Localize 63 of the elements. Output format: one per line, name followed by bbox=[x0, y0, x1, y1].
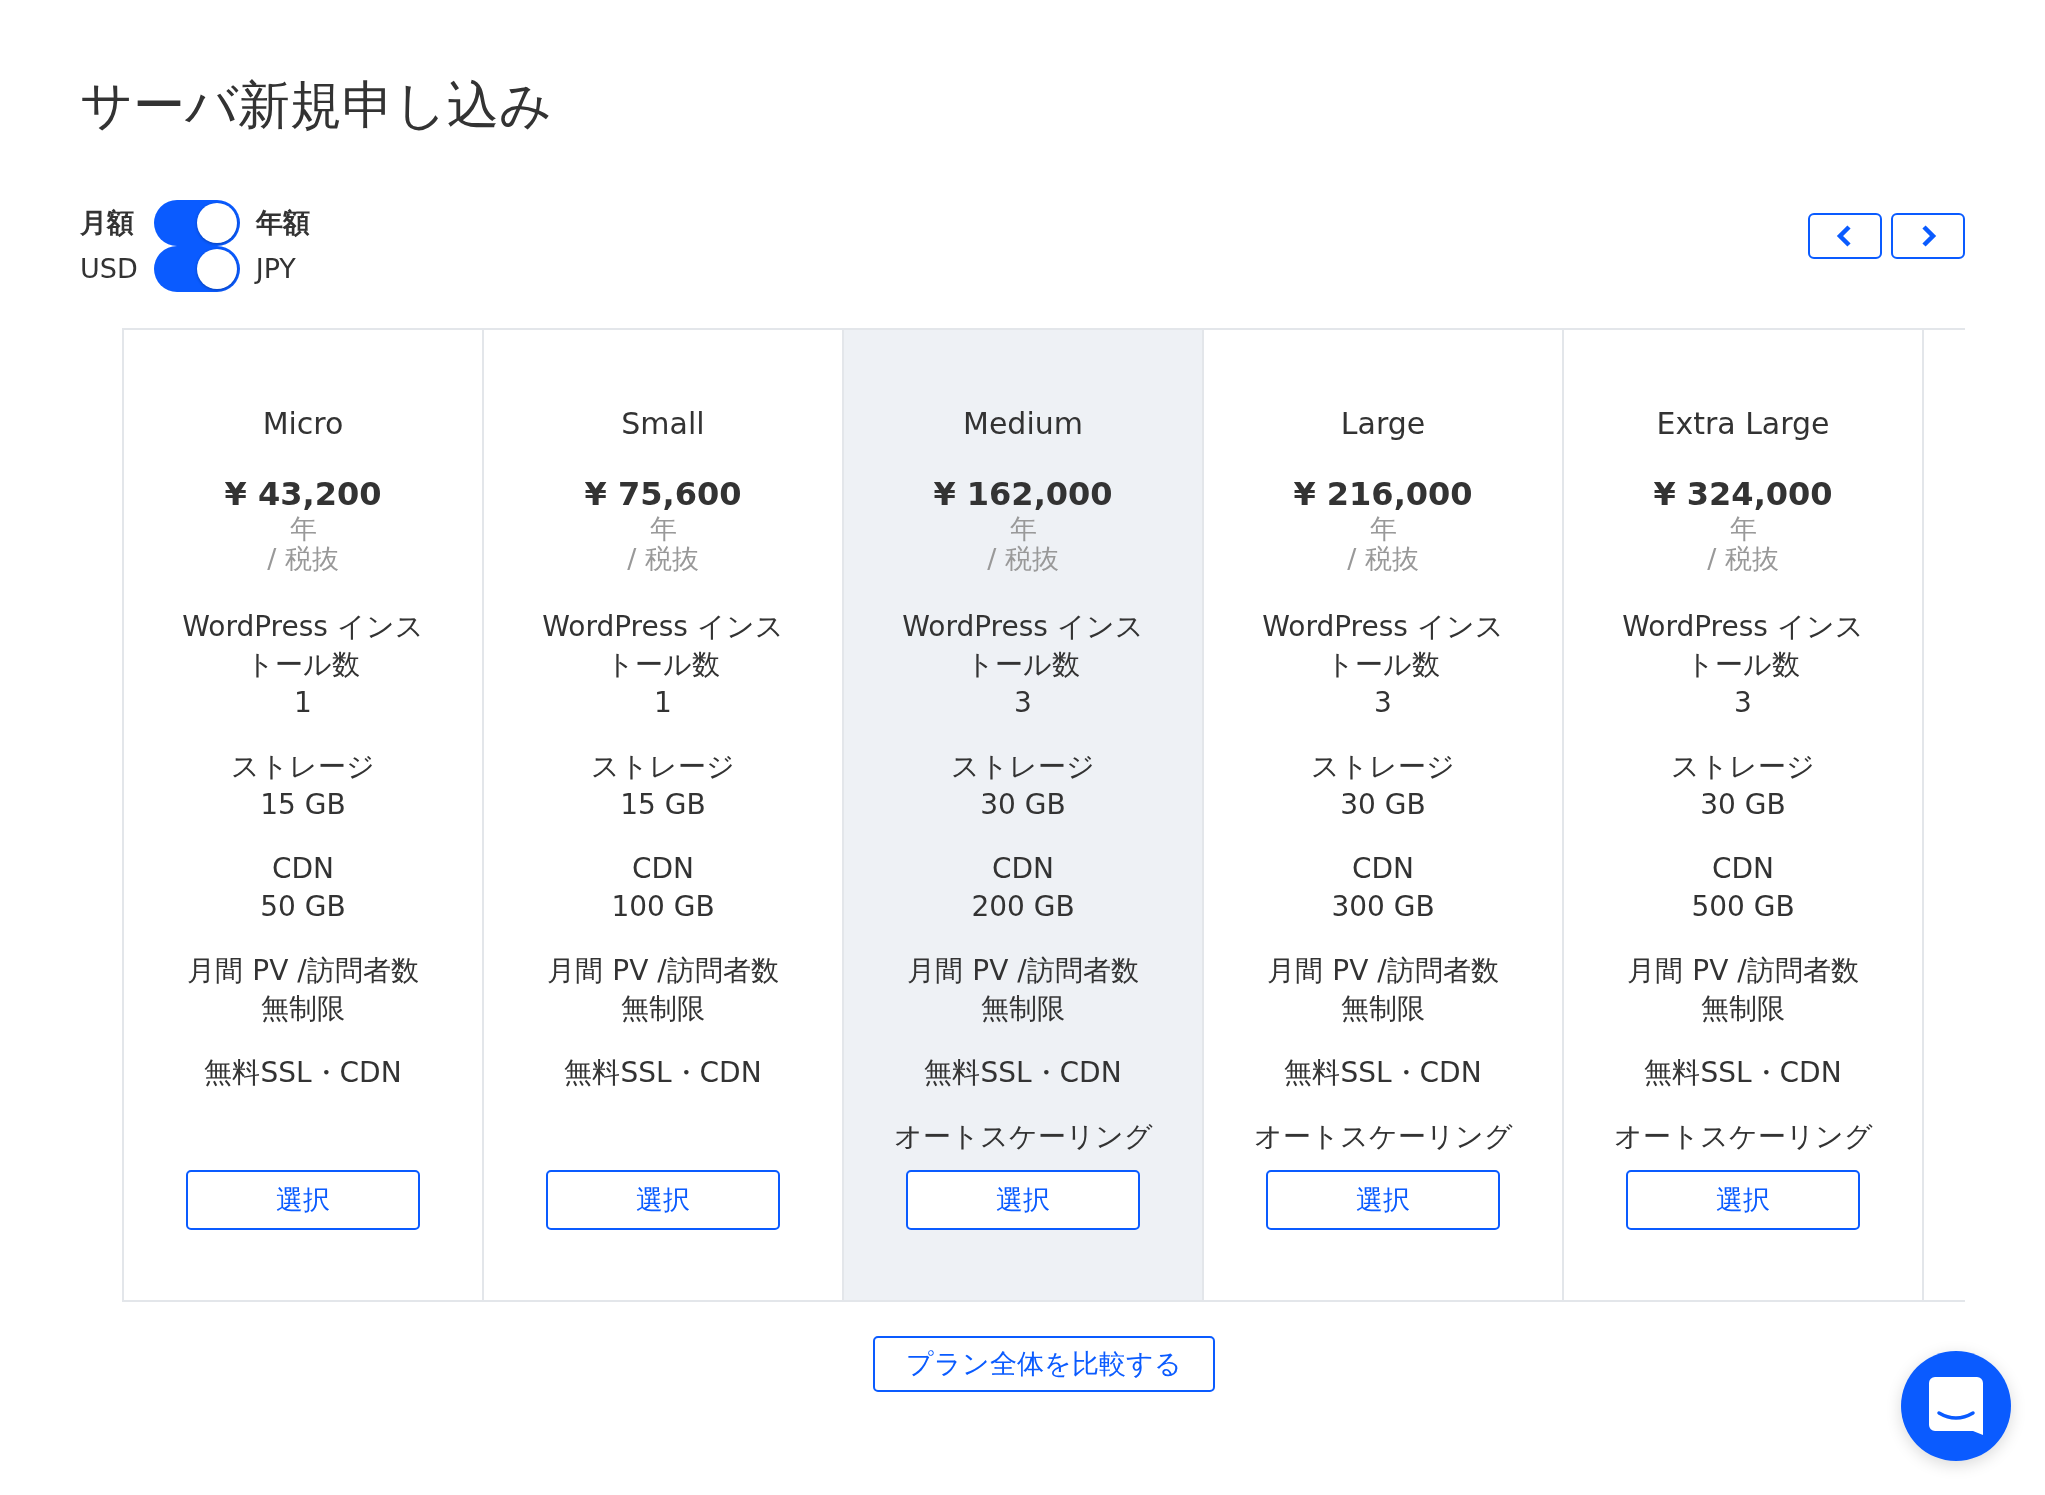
plan-feature: 月間 PV /訪問者数 無制限 bbox=[1266, 953, 1500, 1027]
select-button[interactable]: 選択 bbox=[186, 1170, 420, 1230]
plan-feature: WordPress インストール数 3 bbox=[901, 609, 1145, 721]
plan-price: ¥ 216,000 bbox=[1293, 474, 1473, 514]
next-button[interactable] bbox=[1891, 213, 1965, 259]
select-button[interactable]: 選択 bbox=[1626, 1170, 1860, 1230]
plan-name: Small bbox=[621, 405, 705, 443]
select-button[interactable]: 選択 bbox=[906, 1170, 1140, 1230]
toggle-switch[interactable] bbox=[153, 246, 240, 292]
toggle-label: 月額 bbox=[80, 206, 135, 240]
plan-feature: CDN 50 GB bbox=[259, 851, 347, 925]
price-period: 年 bbox=[1369, 514, 1397, 544]
plan-feature: 無料SSL・CDN bbox=[923, 1055, 1123, 1091]
plan-feature: 無料SSL・CDN bbox=[563, 1055, 763, 1091]
page-title: サーバ新規申し込み bbox=[80, 74, 553, 137]
price-tax-note: / 税抜 bbox=[1347, 544, 1419, 574]
plan-feature: ストレージ 15 GB bbox=[230, 749, 376, 823]
price-period: 年 bbox=[649, 514, 677, 544]
plan-feature: 無料SSL・CDN bbox=[1643, 1055, 1843, 1091]
plan-feature: ストレージ 30 GB bbox=[1670, 749, 1816, 823]
previous-button[interactable] bbox=[1808, 213, 1882, 259]
plan-feature: 月間 PV /訪問者数 無制限 bbox=[546, 953, 780, 1027]
plan-feature: ストレージ 15 GB bbox=[590, 749, 736, 823]
plan-feature: ストレージ 30 GB bbox=[950, 749, 1096, 823]
price-tax-note: / 税抜 bbox=[987, 544, 1059, 574]
plan-name: Large bbox=[1340, 405, 1426, 443]
toggle-label: USD bbox=[80, 252, 138, 286]
plan-name: Micro bbox=[262, 405, 344, 443]
toggle-label: 年額 bbox=[255, 206, 310, 240]
plan-feature: CDN 100 GB bbox=[610, 851, 716, 925]
plan-feature: CDN 200 GB bbox=[970, 851, 1076, 925]
toggle-label: JPY bbox=[255, 252, 297, 286]
price-period: 年 bbox=[1009, 514, 1037, 544]
select-button[interactable]: 選択 bbox=[1266, 1170, 1500, 1230]
plan-feature: CDN 300 GB bbox=[1330, 851, 1436, 925]
plan-price: ¥ 324,000 bbox=[1653, 474, 1833, 514]
plan-feature: CDN 500 GB bbox=[1690, 851, 1796, 925]
plan-feature: 月間 PV /訪問者数 無制限 bbox=[1626, 953, 1860, 1027]
plan-feature: ストレージ 30 GB bbox=[1310, 749, 1456, 823]
plan-feature: 月間 PV /訪問者数 無制限 bbox=[186, 953, 420, 1027]
plan-feature: 月間 PV /訪問者数 無制限 bbox=[906, 953, 1140, 1027]
plan-name: Medium bbox=[963, 405, 1083, 443]
plan-feature: WordPress インストール数 3 bbox=[1261, 609, 1505, 721]
price-tax-note: / 税抜 bbox=[627, 544, 699, 574]
plan-feature: WordPress インストール数 1 bbox=[541, 609, 785, 721]
plan-feature: WordPress インストール数 3 bbox=[1621, 609, 1865, 721]
chat-icon bbox=[1929, 1377, 1983, 1435]
plan-feature: オートスケーリング bbox=[1252, 1119, 1514, 1155]
price-tax-note: / 税抜 bbox=[1707, 544, 1779, 574]
plan-feature: 無料SSL・CDN bbox=[203, 1055, 403, 1091]
plan-feature: オートスケーリング bbox=[1612, 1119, 1874, 1155]
plan-price: ¥ 75,600 bbox=[584, 474, 742, 514]
plan-feature: オートスケーリング bbox=[892, 1119, 1154, 1155]
plan-price: ¥ 43,200 bbox=[224, 474, 382, 514]
select-button[interactable]: 選択 bbox=[546, 1170, 780, 1230]
plan-feature: 無料SSL・CDN bbox=[1283, 1055, 1483, 1091]
compare-plans-button[interactable]: プラン全体を比較する bbox=[872, 1336, 1215, 1392]
price-period: 年 bbox=[289, 514, 317, 544]
plan-name: Extra Large bbox=[1656, 405, 1830, 443]
price-tax-note: / 税抜 bbox=[267, 544, 339, 574]
plan-price: ¥ 162,000 bbox=[933, 474, 1113, 514]
plan-feature: WordPress インストール数 1 bbox=[181, 609, 425, 721]
price-period: 年 bbox=[1729, 514, 1757, 544]
